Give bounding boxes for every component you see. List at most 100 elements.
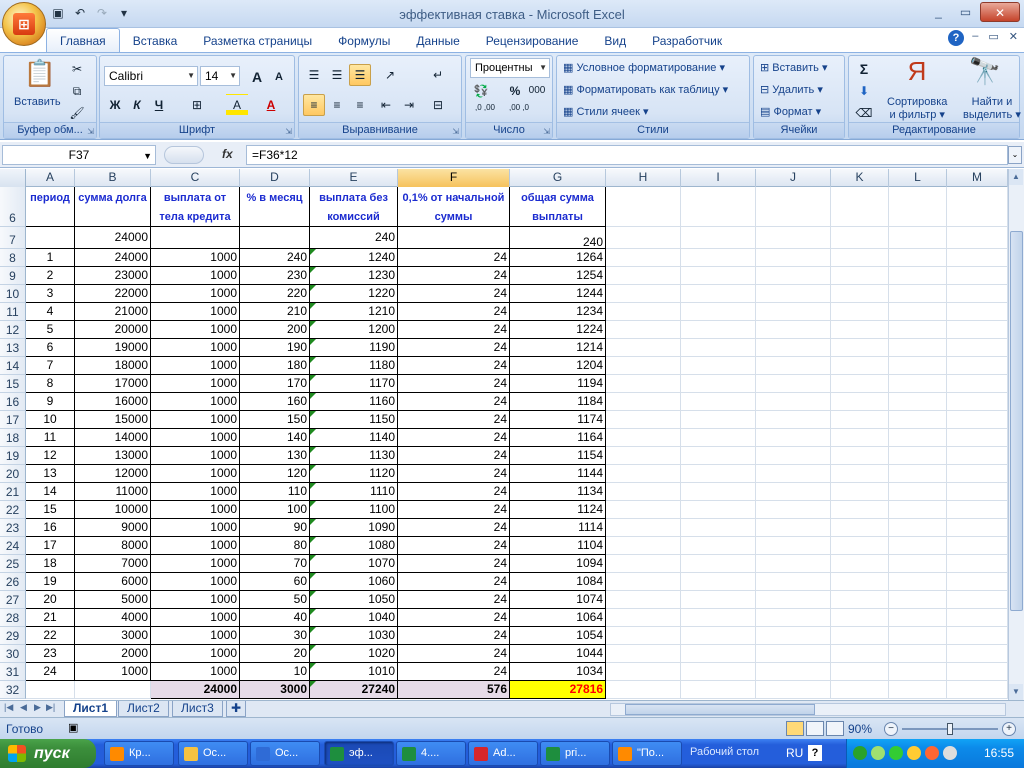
cell-d[interactable]: 100 xyxy=(240,501,310,519)
cell-l[interactable] xyxy=(889,267,947,285)
row-header[interactable]: 6 xyxy=(0,187,26,227)
cell-e[interactable]: 1030 xyxy=(310,627,398,645)
cell-d[interactable]: 180 xyxy=(240,357,310,375)
autosum-button[interactable]: Σ xyxy=(853,58,875,80)
cell-f[interactable]: 24 xyxy=(398,555,510,573)
cell-d[interactable]: 20 xyxy=(240,645,310,663)
sheet-tab-1[interactable]: Лист1 xyxy=(64,701,118,717)
cell-h[interactable] xyxy=(606,375,681,393)
cell-m[interactable] xyxy=(947,393,1008,411)
cell-g[interactable]: 1214 xyxy=(510,339,606,357)
cell-e[interactable]: 1160 xyxy=(310,393,398,411)
wb-restore-icon[interactable]: ▭ xyxy=(988,30,998,43)
taskbar-button[interactable]: эф... xyxy=(324,741,394,766)
cell-i[interactable] xyxy=(681,357,756,375)
cell-e[interactable]: 1070 xyxy=(310,555,398,573)
cell-b[interactable]: 13000 xyxy=(75,447,151,465)
cell-h[interactable] xyxy=(606,303,681,321)
decrease-decimal-button[interactable]: ,00 ,0 xyxy=(504,102,534,124)
sort-filter-button[interactable]: Сортировка и фильтр ▾ xyxy=(887,96,947,122)
cell-c[interactable]: 1000 xyxy=(151,573,240,591)
cell-e[interactable]: 1240 xyxy=(310,249,398,267)
cell-k[interactable] xyxy=(831,375,889,393)
row-header[interactable]: 11 xyxy=(0,303,26,321)
underline-button[interactable]: Ч xyxy=(148,94,170,116)
bold-button[interactable]: Ж xyxy=(104,94,126,116)
cell-b[interactable]: 8000 xyxy=(75,537,151,555)
cell-k[interactable] xyxy=(831,537,889,555)
cell-i[interactable] xyxy=(681,393,756,411)
row-header[interactable]: 7 xyxy=(0,227,26,249)
cell-f[interactable]: 24 xyxy=(398,663,510,681)
row-header[interactable]: 28 xyxy=(0,609,26,627)
clear-icon[interactable]: ⌫ xyxy=(853,102,875,124)
select-all-button[interactable] xyxy=(0,169,26,187)
cell-b[interactable]: 7000 xyxy=(75,555,151,573)
decrease-indent-icon[interactable]: ⇤ xyxy=(375,94,397,116)
tab-formulas[interactable]: Формулы xyxy=(325,30,403,52)
cell-l[interactable] xyxy=(889,411,947,429)
cell-d[interactable]: 50 xyxy=(240,591,310,609)
cell-k[interactable] xyxy=(831,501,889,519)
insert-sheet-icon[interactable]: ✚ xyxy=(226,701,247,717)
row-header[interactable]: 16 xyxy=(0,393,26,411)
cell-d[interactable]: 80 xyxy=(240,537,310,555)
cell-e[interactable]: 1170 xyxy=(310,375,398,393)
cell-m[interactable] xyxy=(947,681,1008,699)
cell-i[interactable] xyxy=(681,681,756,699)
column-header-g[interactable]: G xyxy=(510,169,606,187)
cell-j[interactable] xyxy=(756,447,831,465)
row-header[interactable]: 14 xyxy=(0,357,26,375)
cell-b[interactable]: 2000 xyxy=(75,645,151,663)
paste-button[interactable]: Вставить xyxy=(14,96,61,108)
cell-a[interactable]: 14 xyxy=(26,483,75,501)
cell-f[interactable]: 24 xyxy=(398,321,510,339)
taskbar-button[interactable]: pri... xyxy=(540,741,610,766)
delete-cells-button[interactable]: ⊟ Удалить ▾ xyxy=(760,83,823,96)
row-header[interactable]: 26 xyxy=(0,573,26,591)
cell-a[interactable]: 22 xyxy=(26,627,75,645)
cell-j[interactable] xyxy=(756,627,831,645)
cell-g[interactable]: 1154 xyxy=(510,447,606,465)
cell-k[interactable] xyxy=(831,267,889,285)
cell-g[interactable]: 1044 xyxy=(510,645,606,663)
cell-c[interactable]: 1000 xyxy=(151,519,240,537)
cell-j[interactable] xyxy=(756,267,831,285)
cell-j[interactable] xyxy=(756,591,831,609)
cell-i[interactable] xyxy=(681,411,756,429)
cell-b[interactable]: 23000 xyxy=(75,267,151,285)
cell-b[interactable]: 11000 xyxy=(75,483,151,501)
cell-k[interactable] xyxy=(831,249,889,267)
row-header[interactable]: 21 xyxy=(0,483,26,501)
tray-icon[interactable] xyxy=(889,746,903,760)
cell-a[interactable]: 13 xyxy=(26,465,75,483)
cell-m[interactable] xyxy=(947,411,1008,429)
font-size-box[interactable]: 14 ▼ xyxy=(200,66,240,86)
cell-h[interactable] xyxy=(606,465,681,483)
cell-a[interactable]: 4 xyxy=(26,303,75,321)
row-header[interactable]: 27 xyxy=(0,591,26,609)
cell-a[interactable]: 24 xyxy=(26,663,75,681)
column-header-m[interactable]: M xyxy=(947,169,1008,187)
cell-b[interactable]: 4000 xyxy=(75,609,151,627)
cell-e[interactable]: 1230 xyxy=(310,267,398,285)
align-left-icon[interactable]: ≡ xyxy=(303,94,325,116)
cell-l[interactable] xyxy=(889,681,947,699)
cell-m[interactable] xyxy=(947,465,1008,483)
cell-a[interactable]: 16 xyxy=(26,519,75,537)
cell-d[interactable]: 40 xyxy=(240,609,310,627)
minimize-button[interactable]: _ xyxy=(926,2,951,22)
cell-h[interactable] xyxy=(606,627,681,645)
tray-icon[interactable] xyxy=(871,746,885,760)
row-header[interactable]: 17 xyxy=(0,411,26,429)
cell-d[interactable]: 210 xyxy=(240,303,310,321)
cell-e[interactable]: 240 xyxy=(310,227,398,249)
vertical-scroll-thumb[interactable] xyxy=(1010,231,1023,611)
name-box[interactable]: F37 ▼ xyxy=(2,145,156,165)
cell-b[interactable]: 18000 xyxy=(75,357,151,375)
cell-b[interactable]: 19000 xyxy=(75,339,151,357)
cell-l[interactable] xyxy=(889,501,947,519)
cell-l[interactable] xyxy=(889,609,947,627)
cell-i[interactable] xyxy=(681,465,756,483)
cell-f[interactable]: 24 xyxy=(398,249,510,267)
